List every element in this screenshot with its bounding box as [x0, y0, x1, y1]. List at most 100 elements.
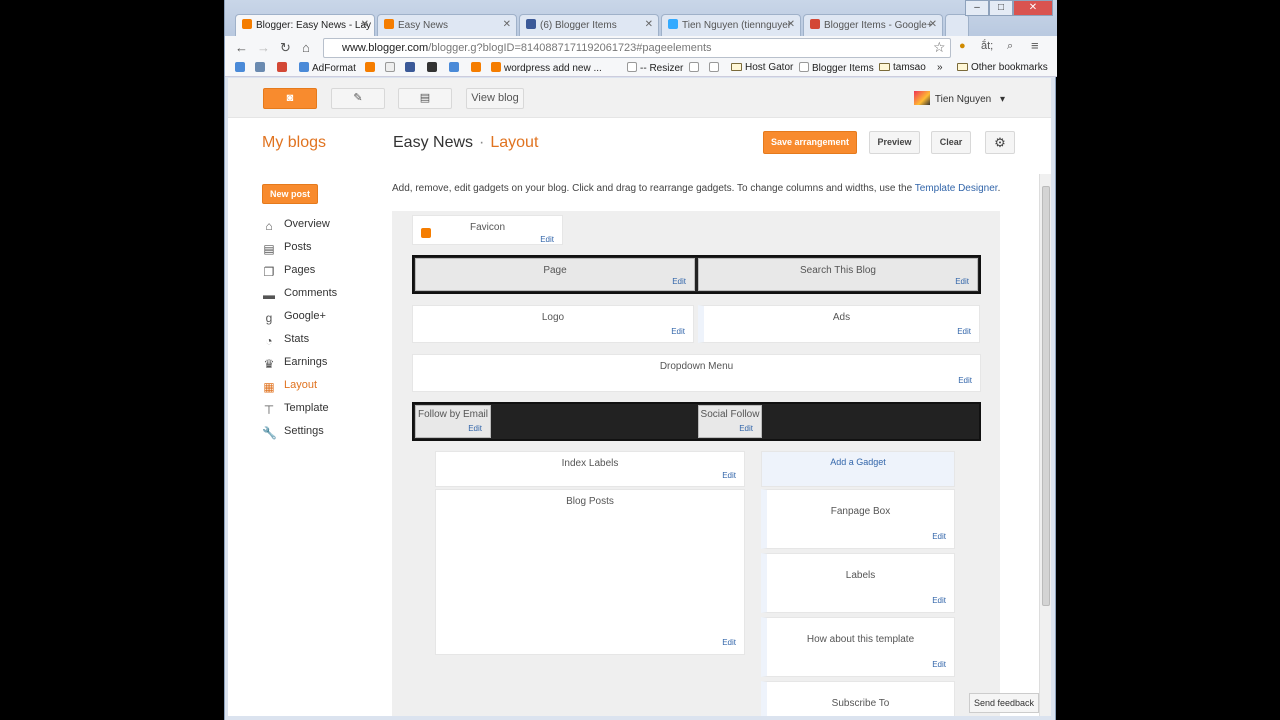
- edit-link[interactable]: Edit: [468, 424, 482, 433]
- reload-icon[interactable]: ↻: [280, 40, 291, 56]
- tab-google-plus[interactable]: Blogger Items - Google+ ✕: [803, 14, 943, 36]
- more-bookmarks-icon[interactable]: »: [937, 62, 943, 73]
- back-icon[interactable]: ←: [235, 40, 248, 55]
- google-icon[interactable]: [385, 62, 398, 74]
- gear-icon[interactable]: ⚙: [985, 131, 1015, 154]
- gadget-index-labels[interactable]: Index Labels Edit: [435, 451, 745, 487]
- bookmark-icon[interactable]: [405, 62, 418, 74]
- extension-icon[interactable]: ⌕: [1007, 40, 1013, 53]
- gadget-fanpage-box[interactable]: Fanpage Box Edit: [761, 489, 955, 549]
- close-tab-icon[interactable]: ✕: [787, 19, 795, 30]
- close-tab-icon[interactable]: ✕: [503, 19, 511, 30]
- bookmark-folder-host-gator[interactable]: Host Gator: [731, 62, 793, 73]
- gadget-search-this-blog[interactable]: Search This Blog Edit: [698, 258, 978, 291]
- gadget-social-follow[interactable]: Social Follow Edit: [698, 405, 762, 438]
- bookmark-icon[interactable]: [689, 62, 702, 74]
- new-post-button[interactable]: New post: [262, 184, 318, 204]
- scrollbar-thumb[interactable]: [1042, 186, 1050, 606]
- clear-button[interactable]: Clear: [931, 131, 971, 154]
- tab-twitter[interactable]: Tien Nguyen (tiennguyer ✕: [661, 14, 801, 36]
- sidebar-item-posts[interactable]: ▤ Posts: [262, 241, 392, 264]
- tab-easy-news[interactable]: Easy News ✕: [377, 14, 517, 36]
- bookmark-folder-tamsao[interactable]: tamsao: [879, 62, 926, 73]
- add-gadget-button[interactable]: Add a Gadget: [761, 451, 955, 487]
- bookmark-icon[interactable]: [449, 62, 462, 74]
- home-icon[interactable]: ⌂: [302, 40, 310, 55]
- gadget-blog-posts[interactable]: Blog Posts Edit: [435, 489, 745, 655]
- edit-link[interactable]: Edit: [932, 660, 946, 669]
- tab-blogger-layout[interactable]: Blogger: Easy News - Lay ✕: [235, 14, 375, 36]
- edit-link[interactable]: Edit: [739, 424, 753, 433]
- edit-link[interactable]: Edit: [957, 327, 971, 336]
- gadget-subscribe-to[interactable]: Subscribe To: [761, 681, 955, 716]
- bookmark-icon[interactable]: [365, 62, 378, 74]
- gadget-how-about-this-template[interactable]: How about this template Edit: [761, 617, 955, 677]
- bookmark-resizer[interactable]: -- Resizer: [627, 62, 683, 74]
- view-blog-button[interactable]: View blog: [466, 88, 524, 109]
- bookmark-icon[interactable]: [235, 62, 248, 74]
- sidebar-item-template[interactable]: ⊤ Template: [262, 402, 392, 425]
- close-tab-icon[interactable]: ✕: [361, 19, 369, 30]
- gadget-labels[interactable]: Labels Edit: [761, 553, 955, 613]
- my-blogs-link[interactable]: My blogs: [262, 134, 326, 152]
- maximize-icon[interactable]: □: [989, 0, 1013, 16]
- extension-cookie-icon[interactable]: ●: [959, 40, 966, 52]
- bookmark-icon[interactable]: [471, 62, 484, 74]
- posts-list-button[interactable]: ▤: [398, 88, 452, 109]
- language-indicator[interactable]: ắt;: [981, 40, 993, 52]
- sidebar-item-google-plus[interactable]: g Google+: [262, 310, 392, 333]
- avatar: [913, 91, 930, 105]
- page-scrollbar[interactable]: [1039, 174, 1051, 716]
- gmail-icon[interactable]: [277, 62, 290, 74]
- gadget-dropdown-menu[interactable]: Dropdown Menu Edit: [412, 354, 981, 392]
- other-bookmarks[interactable]: Other bookmarks: [957, 62, 1048, 73]
- new-post-pencil-button[interactable]: ✎: [331, 88, 385, 109]
- edit-link[interactable]: Edit: [955, 277, 969, 286]
- template-designer-link[interactable]: Template Designer: [915, 183, 998, 194]
- sidebar-item-earnings[interactable]: ♛ Earnings: [262, 356, 392, 379]
- window-close-icon[interactable]: ✕: [1013, 0, 1053, 16]
- list-icon: ▤: [419, 92, 431, 104]
- close-tab-icon[interactable]: ✕: [645, 19, 653, 30]
- blogger-home-button[interactable]: ◙: [263, 88, 317, 109]
- gadget-page[interactable]: Page Edit: [415, 258, 695, 291]
- sidebar-item-settings[interactable]: 🔧 Settings: [262, 425, 392, 448]
- menu-icon[interactable]: ≡: [1031, 38, 1039, 53]
- sidebar-item-pages[interactable]: ❐ Pages: [262, 264, 392, 287]
- edit-link[interactable]: Edit: [671, 327, 685, 336]
- sidebar-item-layout[interactable]: ▦ Layout: [262, 379, 392, 402]
- bookmark-adformat[interactable]: AdFormat: [299, 62, 356, 74]
- send-feedback-button[interactable]: Send feedback: [969, 693, 1039, 713]
- new-tab-button[interactable]: [945, 14, 969, 36]
- edit-link[interactable]: Edit: [932, 532, 946, 541]
- gadget-favicon[interactable]: Favicon Edit: [412, 215, 563, 245]
- sidebar-item-stats[interactable]: ◔ Stats: [262, 333, 392, 356]
- bookmark-icon[interactable]: [709, 62, 722, 74]
- edit-link[interactable]: Edit: [722, 471, 736, 480]
- preview-button[interactable]: Preview: [869, 131, 920, 154]
- bookmark-wordpress[interactable]: wordpress add new ...: [491, 62, 602, 74]
- sidebar-item-overview[interactable]: ⌂ Overview: [262, 218, 392, 241]
- mail-icon[interactable]: [255, 62, 268, 74]
- close-tab-icon[interactable]: ✕: [929, 19, 937, 30]
- bookmark-star-icon[interactable]: ☆: [933, 39, 946, 56]
- gadget-ads[interactable]: Ads Edit: [698, 305, 980, 343]
- gadget-logo[interactable]: Logo Edit: [412, 305, 694, 343]
- gadget-follow-by-email[interactable]: Follow by Email Edit: [415, 405, 491, 438]
- bookmark-blogger-items[interactable]: Blogger Items: [799, 62, 874, 74]
- blog-name[interactable]: Easy News: [393, 134, 473, 151]
- save-arrangement-button[interactable]: Save arrangement: [763, 131, 857, 154]
- edit-link[interactable]: Edit: [672, 277, 686, 286]
- sidebar-item-comments[interactable]: ▬ Comments: [262, 287, 392, 310]
- edit-link[interactable]: Edit: [958, 376, 972, 385]
- edit-link[interactable]: Edit: [932, 596, 946, 605]
- address-bar[interactable]: www.blogger.com/blogger.g?blogID=8140887…: [323, 38, 951, 58]
- tab-blogger-items-facebook[interactable]: (6) Blogger Items ✕: [519, 14, 659, 36]
- minimize-icon[interactable]: –: [965, 0, 989, 16]
- blogger-icon: [421, 228, 431, 238]
- edit-link[interactable]: Edit: [540, 235, 554, 244]
- forward-icon[interactable]: →: [257, 40, 270, 55]
- edit-link[interactable]: Edit: [722, 638, 736, 647]
- bookmark-icon[interactable]: [427, 62, 440, 74]
- user-menu[interactable]: Tien Nguyen ▾: [913, 91, 1005, 105]
